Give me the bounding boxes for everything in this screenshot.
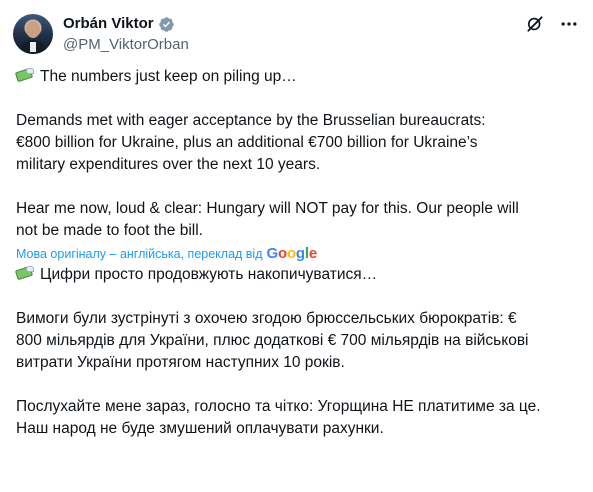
translation-notice-text[interactable]: Мова оригіналу – англійська, переклад ві… <box>16 244 263 264</box>
original-paragraph-1: The numbers just keep on piling up… <box>14 66 581 88</box>
original-paragraph-3: Hear me now, loud & clear: Hungary will … <box>16 200 519 239</box>
translated-paragraph-3: Послухайте мене зараз, голосно та чітко:… <box>16 398 541 437</box>
google-logo: Google <box>266 245 318 262</box>
translated-paragraph-2: Вимоги були зустрінуті з охочею згодою б… <box>16 310 529 371</box>
translated-paragraph-1: Цифри просто продовжують накопичуватися… <box>14 264 581 286</box>
more-options-icon[interactable] <box>559 14 579 34</box>
translated-line-1: Цифри просто продовжують накопичуватися… <box>40 266 378 283</box>
tweet-text: The numbers just keep on piling up… Dema… <box>14 66 581 440</box>
original-line-1: The numbers just keep on piling up… <box>40 68 297 85</box>
avatar[interactable] <box>13 14 53 54</box>
money-with-wings-icon <box>14 67 34 83</box>
original-paragraph-2: Demands met with eager acceptance by the… <box>16 112 486 173</box>
author-display-name[interactable]: Orbán Viktor <box>63 15 154 33</box>
translation-notice[interactable]: Мова оригіналу – англійська, переклад ві… <box>16 244 581 264</box>
tweet-header: Orbán Viktor @PM_ViktorOrban <box>13 12 583 56</box>
header-actions <box>525 14 579 34</box>
money-with-wings-icon <box>14 265 34 281</box>
author-handle[interactable]: @PM_ViktorOrban <box>63 35 189 55</box>
author-info: Orbán Viktor @PM_ViktorOrban <box>63 15 189 55</box>
grok-icon[interactable] <box>525 14 545 34</box>
verified-badge-icon <box>158 16 174 32</box>
author-name-row[interactable]: Orbán Viktor <box>63 15 175 33</box>
